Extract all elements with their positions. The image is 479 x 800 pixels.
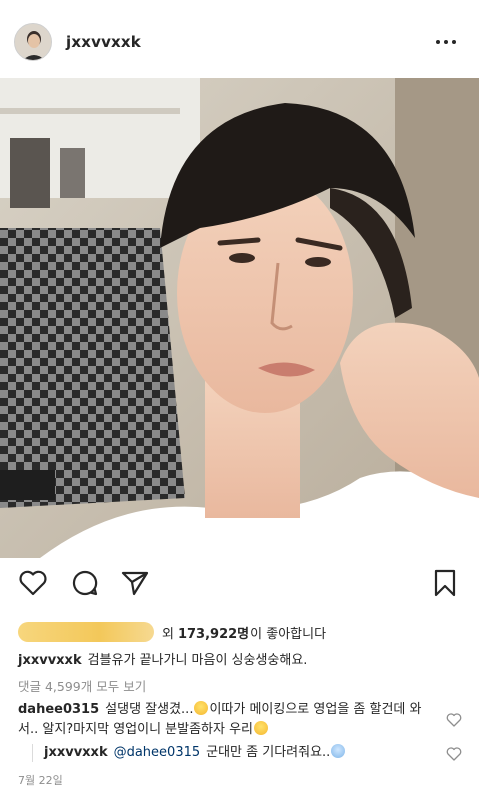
heart-icon[interactable] xyxy=(18,568,52,602)
reply-like-heart-icon[interactable] xyxy=(446,746,462,762)
grimace-emoji-icon xyxy=(254,721,269,735)
caption-text: 검블유가 끝나가니 마음이 싱숭생숭해요. xyxy=(87,653,308,668)
blurred-liker-names xyxy=(18,622,154,642)
reply-username[interactable]: jxxvvxxk xyxy=(44,745,108,760)
post-header: jxxvvxxk xyxy=(0,0,479,78)
caption-username[interactable]: jxxvvxxk xyxy=(18,653,82,668)
avatar[interactable] xyxy=(14,23,52,61)
reply-item: jxxvvxxk @dahee0315 군대만 좀 기다려줘요.. xyxy=(44,744,346,762)
view-all-comments-link[interactable]: 댓글 4,599개 모두 보기 xyxy=(18,676,146,695)
comment-text-1: 설댕댕 잘생겼... xyxy=(105,702,194,717)
surprised-emoji-icon xyxy=(194,701,209,715)
post-date: 7월 22일 xyxy=(18,774,63,787)
reply-indent-line xyxy=(32,744,33,762)
post-author-username[interactable]: jxxvvxxk xyxy=(66,33,141,51)
crying-emoji-icon xyxy=(331,744,346,758)
likes-line[interactable]: 외 173,922명 이 좋아합니다 xyxy=(18,620,326,644)
likes-suffix: 이 좋아합니다 xyxy=(250,626,327,642)
likes-prefix: 외 xyxy=(162,626,174,642)
action-bar xyxy=(0,568,479,608)
comment-item: dahee0315 설댕댕 잘생겼... 이따가 메이킹으로 영업을 좀 할건데 와… xyxy=(18,700,428,740)
comment-like-heart-icon[interactable] xyxy=(446,712,462,728)
likes-count[interactable]: 173,922명 xyxy=(178,623,249,642)
reply-mention[interactable]: @dahee0315 xyxy=(114,745,201,760)
reply-text: 군대만 좀 기다려줘요.. xyxy=(206,745,331,760)
bookmark-icon[interactable] xyxy=(430,568,464,602)
comment-username[interactable]: dahee0315 xyxy=(18,702,99,717)
post-photo[interactable] xyxy=(0,78,479,558)
comment-icon[interactable] xyxy=(70,568,104,602)
share-icon[interactable] xyxy=(120,568,154,602)
post-caption: jxxvvxxk 검블유가 끝나가니 마음이 싱숭생숭해요. xyxy=(18,652,307,670)
more-dots-icon[interactable] xyxy=(432,34,460,50)
